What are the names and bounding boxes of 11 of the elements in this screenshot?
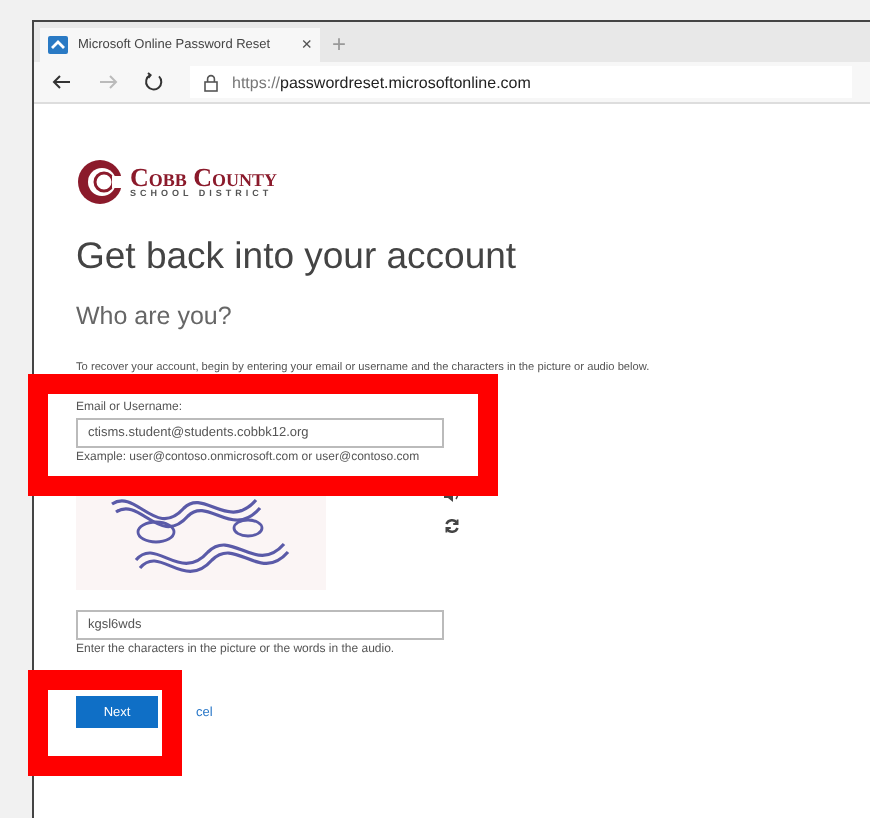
address-bar[interactable]: https://passwordreset.microsoftonline.com [190, 66, 852, 98]
section-heading: Who are you? [76, 302, 232, 330]
close-tab-button[interactable]: × [301, 36, 312, 54]
page-heading: Get back into your account [76, 234, 517, 278]
lock-icon [204, 73, 218, 91]
logo-emblem-icon [76, 158, 124, 206]
refresh-icon[interactable] [144, 72, 164, 92]
logo-name: Cobb County [130, 164, 278, 191]
back-icon[interactable] [52, 74, 72, 90]
refresh-icon[interactable] [444, 518, 460, 534]
url-text: https://passwordreset.microsoftonline.com [232, 73, 531, 91]
